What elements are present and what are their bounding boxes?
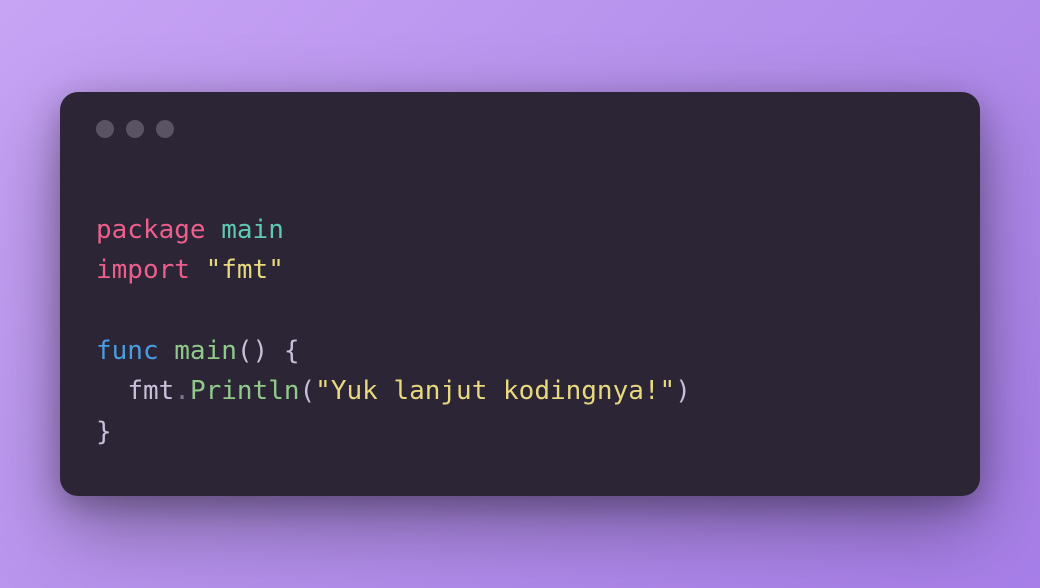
function-main: main <box>174 336 237 366</box>
string-fmt: "fmt" <box>206 255 284 285</box>
paren-open: ( <box>300 376 316 406</box>
window-control-minimize[interactable] <box>126 120 144 138</box>
paren-close: ) <box>675 376 691 406</box>
keyword-func: func <box>96 336 159 366</box>
function-println: Println <box>190 376 300 406</box>
code-window: package main import "fmt" func main() { … <box>60 92 980 496</box>
brace-close: } <box>96 417 112 447</box>
window-control-close[interactable] <box>96 120 114 138</box>
brace-open: { <box>268 336 299 366</box>
dot-operator: . <box>174 376 190 406</box>
code-block: package main import "fmt" func main() { … <box>96 210 944 452</box>
string-arg: "Yuk lanjut kodingnya!" <box>315 376 675 406</box>
keyword-import: import <box>96 255 190 285</box>
window-control-maximize[interactable] <box>156 120 174 138</box>
identifier-main: main <box>221 215 284 245</box>
keyword-package: package <box>96 215 206 245</box>
window-controls <box>96 120 944 138</box>
identifier-fmt: fmt <box>127 376 174 406</box>
indent <box>96 376 127 406</box>
parentheses: () <box>237 336 268 366</box>
